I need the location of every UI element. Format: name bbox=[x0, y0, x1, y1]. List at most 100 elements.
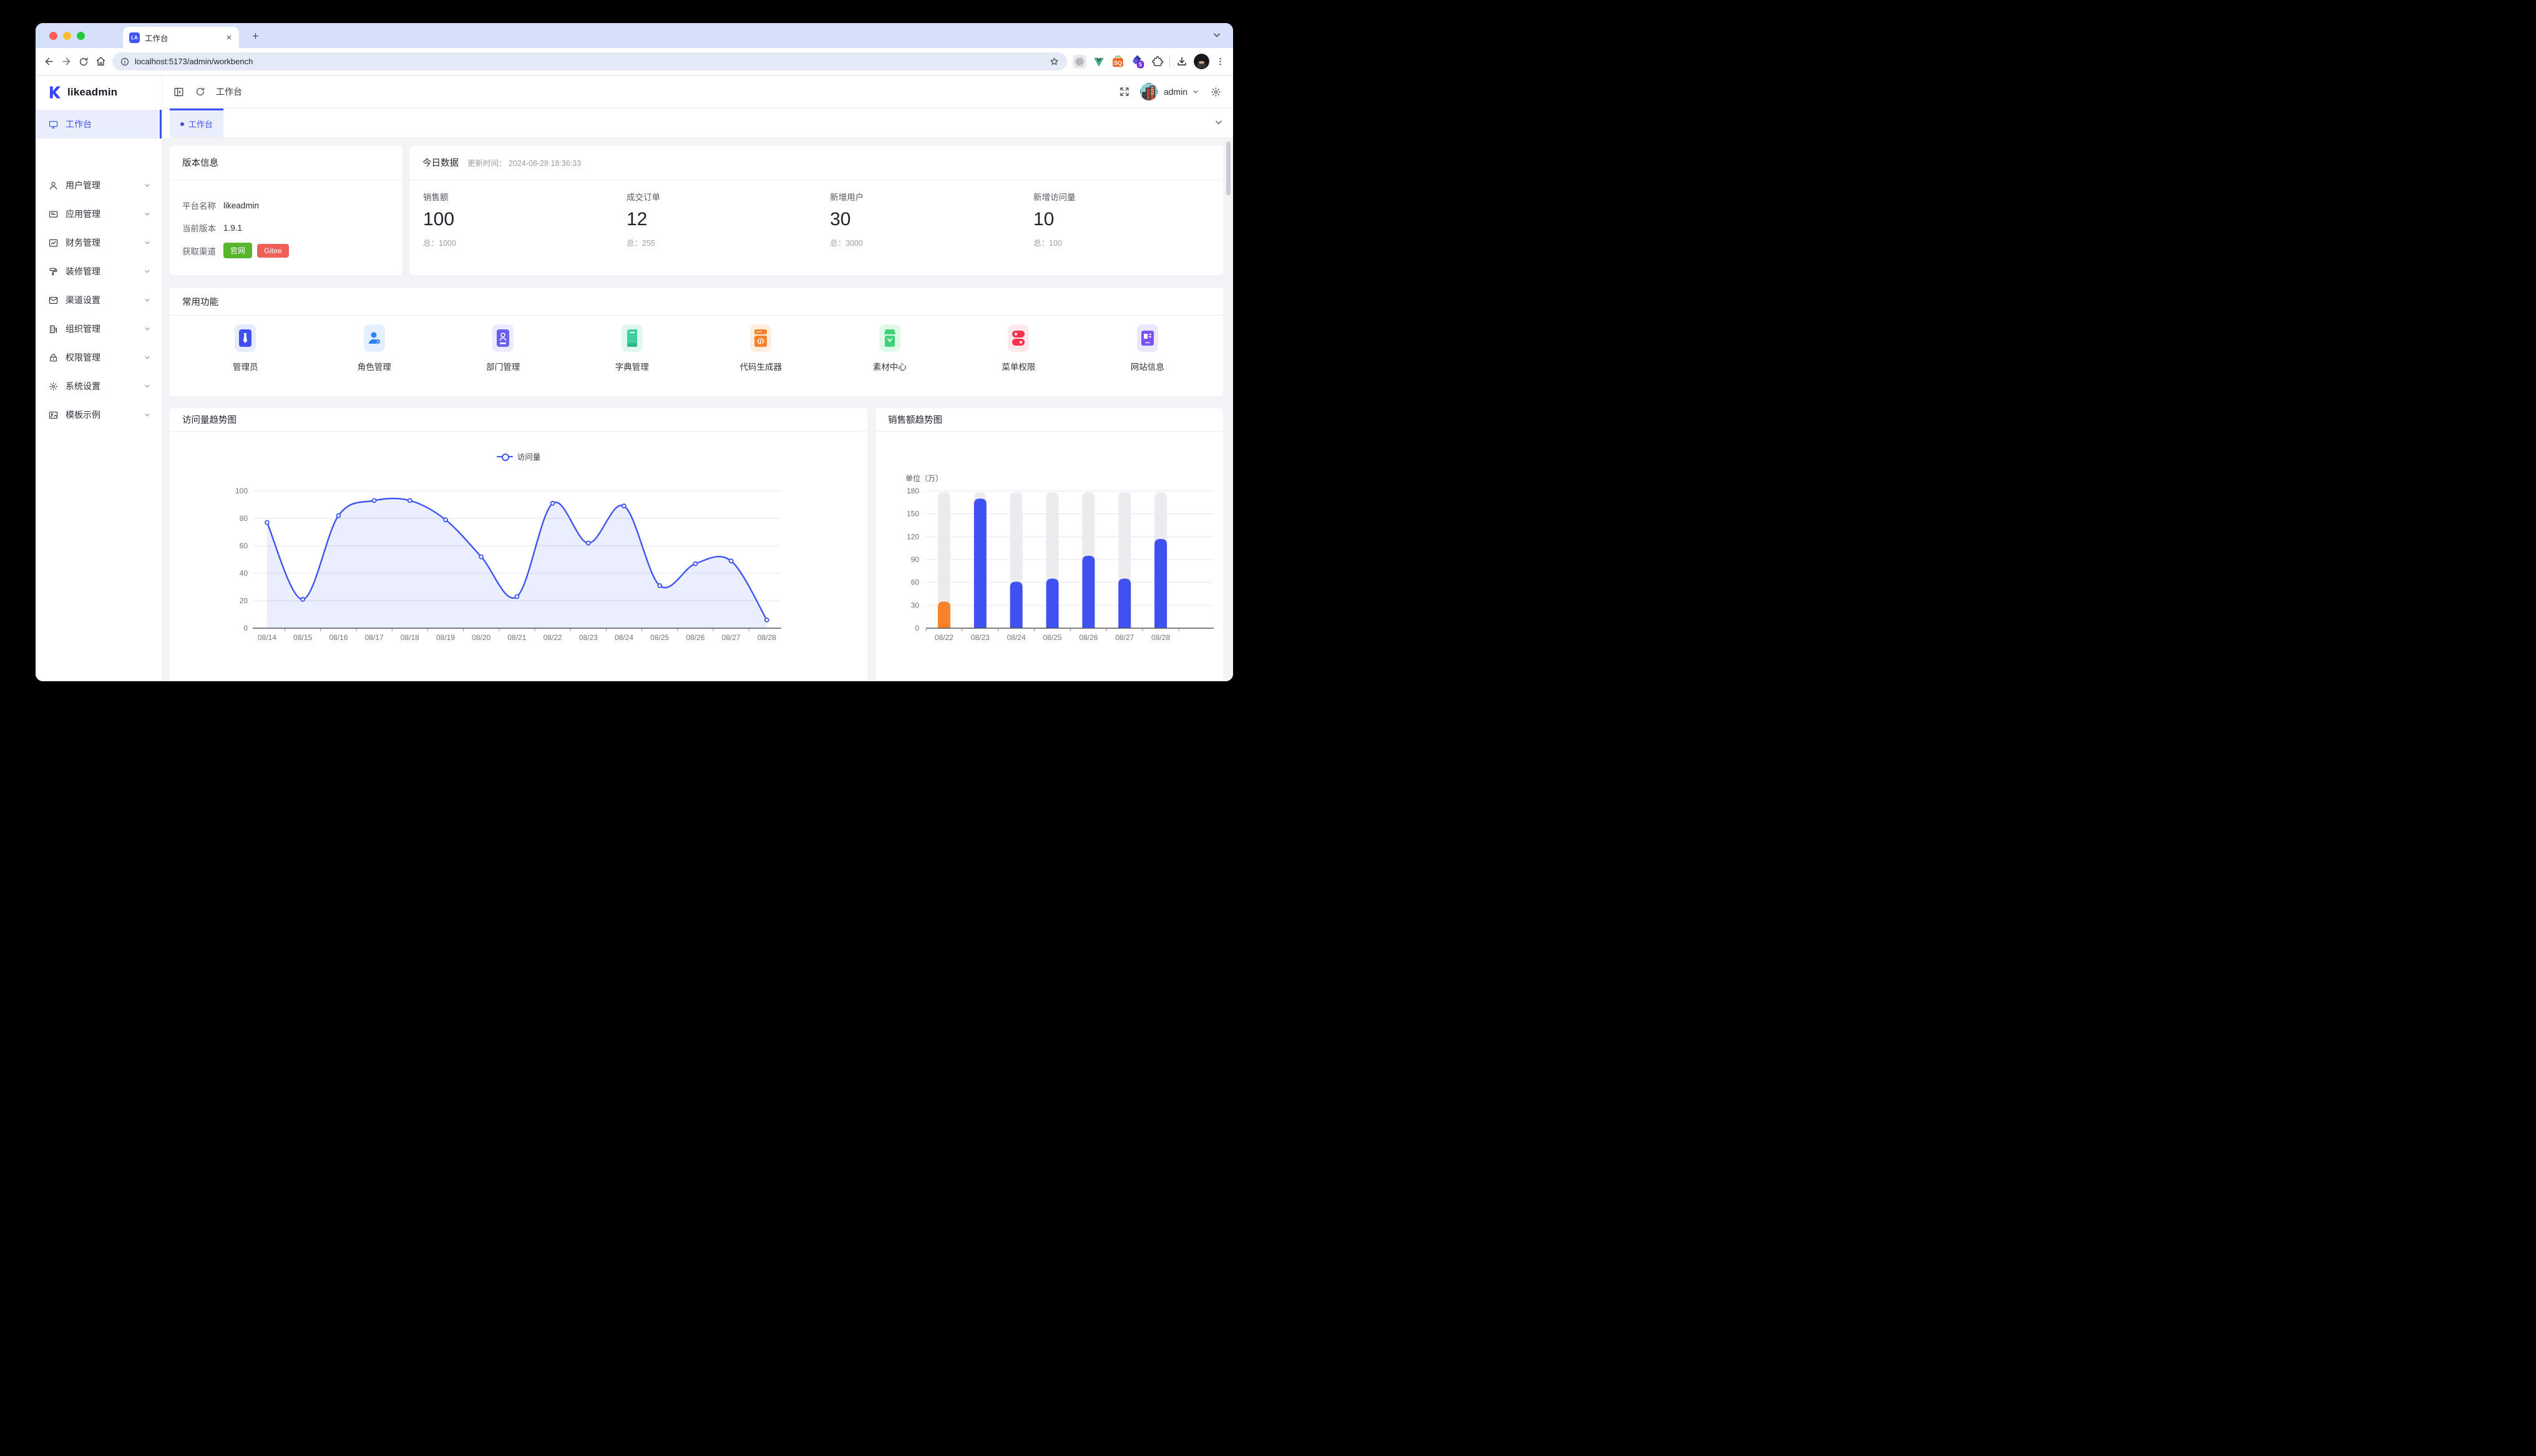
finance-chart-icon bbox=[48, 238, 59, 248]
update-time: 更新时间： 2024-08-28 18:36:33 bbox=[467, 157, 581, 168]
paint-roller-icon bbox=[48, 266, 59, 277]
collapse-sidebar-icon[interactable] bbox=[173, 86, 185, 98]
version-row: 当前版本1.9.1 bbox=[182, 221, 242, 234]
brand-name: likeadmin bbox=[67, 86, 117, 99]
site-favicon: LA bbox=[129, 32, 140, 43]
react-extension-icon[interactable] bbox=[1073, 55, 1086, 69]
quick-item-menu-permissions[interactable]: 菜单权限 bbox=[954, 315, 1083, 396]
sidebar-item-organization[interactable]: 组织管理 bbox=[36, 314, 162, 343]
building-icon bbox=[48, 324, 59, 334]
template-image-icon bbox=[48, 410, 59, 420]
tab-close-icon[interactable] bbox=[225, 34, 233, 41]
active-tab-dot bbox=[180, 122, 184, 126]
menu-toggles-icon bbox=[1008, 324, 1029, 352]
user-avatar[interactable] bbox=[1140, 83, 1158, 100]
quick-item-admin[interactable]: 管理员 bbox=[181, 315, 310, 396]
quick-item-roles[interactable]: 角色管理 bbox=[310, 315, 439, 396]
download-icon[interactable] bbox=[1176, 56, 1188, 68]
minimize-window-button[interactable] bbox=[63, 32, 71, 40]
admin-app: likeadmin 工作台 用户管理 应用管理 bbox=[36, 75, 1233, 681]
browser-toolbar: localhost:5173/admin/workbench SQ 5 bbox=[36, 48, 1233, 75]
extensions-puzzle-icon[interactable] bbox=[1151, 56, 1164, 68]
fullscreen-icon[interactable] bbox=[1119, 86, 1130, 97]
browser-profile-avatar[interactable] bbox=[1194, 54, 1209, 69]
sidebar-item-permissions[interactable]: 权限管理 bbox=[36, 343, 162, 372]
content-scrollbar-thumb[interactable] bbox=[1226, 142, 1231, 195]
address-bar[interactable]: localhost:5173/admin/workbench bbox=[112, 52, 1067, 70]
chevron-down-icon bbox=[143, 238, 152, 247]
browser-tabstrip: LA 工作台 bbox=[36, 23, 1233, 48]
card-title: 版本信息 bbox=[182, 156, 218, 169]
purple-diamond-extension-icon[interactable]: 5 bbox=[1131, 54, 1145, 69]
version-info-card: 版本信息 平台名称likeadmin 当前版本1.9.1 获取渠道 官网 Git… bbox=[170, 145, 402, 275]
quick-item-site-info[interactable]: 网站信息 bbox=[1083, 315, 1212, 396]
tabstrip-chevron-icon[interactable] bbox=[1211, 29, 1223, 41]
window-controls bbox=[49, 32, 85, 40]
user-chevron-down-icon[interactable] bbox=[1191, 87, 1200, 96]
zoom-window-button[interactable] bbox=[77, 32, 85, 40]
sidebar-item-users[interactable]: 用户管理 bbox=[36, 171, 162, 200]
gitee-button[interactable]: Gitee bbox=[257, 244, 289, 258]
tab-workbench[interactable]: 工作台 bbox=[170, 109, 223, 137]
stat-new-visits: 新增访问量 10 总：100 bbox=[1033, 190, 1221, 248]
extension-badge: 5 bbox=[1139, 61, 1142, 67]
official-site-button[interactable]: 官网 bbox=[223, 243, 252, 258]
monitor-icon bbox=[48, 119, 59, 130]
sales-trend-card: 销售额趋势图 bbox=[875, 408, 1223, 681]
forward-icon[interactable] bbox=[61, 56, 72, 67]
card-title: 今日数据 bbox=[422, 156, 459, 169]
tabs-dropdown-chevron-icon[interactable] bbox=[1213, 117, 1224, 128]
visit-trend-card: 访问量趋势图 访问量 bbox=[170, 408, 867, 681]
sidebar-menu: 工作台 用户管理 应用管理 财务管理 bbox=[36, 109, 162, 681]
chevron-down-icon bbox=[143, 210, 152, 218]
sidebar-item-applications[interactable]: 应用管理 bbox=[36, 200, 162, 228]
sidebar-item-workbench[interactable]: 工作台 bbox=[36, 110, 162, 138]
site-info-icon[interactable] bbox=[120, 57, 130, 67]
browser-menu-kebab-icon[interactable] bbox=[1215, 56, 1226, 67]
chevron-down-icon bbox=[143, 324, 152, 333]
home-icon[interactable] bbox=[95, 56, 107, 67]
toolbar-separator bbox=[1169, 56, 1170, 67]
quick-functions-card: 常用功能 管理员 角色管理 bbox=[170, 288, 1223, 396]
reload-icon[interactable] bbox=[78, 56, 89, 67]
sq-extension-icon[interactable]: SQ bbox=[1111, 55, 1124, 68]
stat-sales: 销售额 100 总：1000 bbox=[423, 190, 610, 248]
sidebar-item-decoration[interactable]: 装修管理 bbox=[36, 257, 162, 286]
url-text[interactable]: localhost:5173/admin/workbench bbox=[135, 57, 1044, 66]
code-window-icon bbox=[750, 324, 771, 352]
role-user-gear-icon bbox=[364, 324, 385, 352]
card-title: 常用功能 bbox=[182, 295, 218, 308]
sidebar-item-template-examples[interactable]: 模板示例 bbox=[36, 400, 162, 429]
sidebar-item-system-settings[interactable]: 系统设置 bbox=[36, 372, 162, 400]
quick-item-code-generator[interactable]: 代码生成器 bbox=[696, 315, 826, 396]
settings-gear-icon[interactable] bbox=[1210, 86, 1222, 98]
workbench-content: 版本信息 平台名称likeadmin 当前版本1.9.1 获取渠道 官网 Git… bbox=[162, 137, 1233, 681]
chart-legend[interactable]: 访问量 bbox=[170, 450, 867, 462]
browser-tab[interactable]: LA 工作台 bbox=[123, 27, 239, 48]
new-tab-button[interactable] bbox=[248, 28, 263, 43]
material-media-icon bbox=[879, 324, 900, 352]
sidebar-item-finance[interactable]: 财务管理 bbox=[36, 228, 162, 257]
back-icon[interactable] bbox=[43, 56, 55, 67]
quick-item-departments[interactable]: 部门管理 bbox=[439, 315, 568, 396]
brand-logo-row[interactable]: likeadmin bbox=[36, 75, 162, 109]
stat-orders: 成交订单 12 总：255 bbox=[627, 190, 814, 248]
bookmark-star-icon[interactable] bbox=[1049, 56, 1060, 67]
refresh-icon[interactable] bbox=[195, 86, 206, 97]
sidebar: likeadmin 工作台 用户管理 应用管理 bbox=[36, 75, 162, 681]
chevron-down-icon bbox=[143, 382, 152, 391]
username[interactable]: admin bbox=[1164, 87, 1188, 97]
stat-new-users: 新增用户 30 总：3000 bbox=[830, 190, 1017, 248]
admin-tie-icon bbox=[235, 324, 256, 352]
close-window-button[interactable] bbox=[49, 32, 57, 40]
card-title: 访问量趋势图 bbox=[182, 413, 237, 426]
app-header: 工作台 admin bbox=[162, 75, 1233, 109]
app-window-icon bbox=[48, 209, 59, 220]
vue-extension-icon[interactable] bbox=[1093, 56, 1105, 68]
quick-item-dictionary[interactable]: 字典管理 bbox=[568, 315, 697, 396]
desktop-background: LA 工作台 localhost:5173/admin/workbench SQ bbox=[0, 0, 2536, 1456]
legend-line-icon bbox=[497, 454, 513, 460]
sidebar-item-channels[interactable]: 渠道设置 bbox=[36, 286, 162, 314]
quick-item-material-center[interactable]: 素材中心 bbox=[826, 315, 955, 396]
dictionary-book-icon bbox=[622, 324, 643, 352]
